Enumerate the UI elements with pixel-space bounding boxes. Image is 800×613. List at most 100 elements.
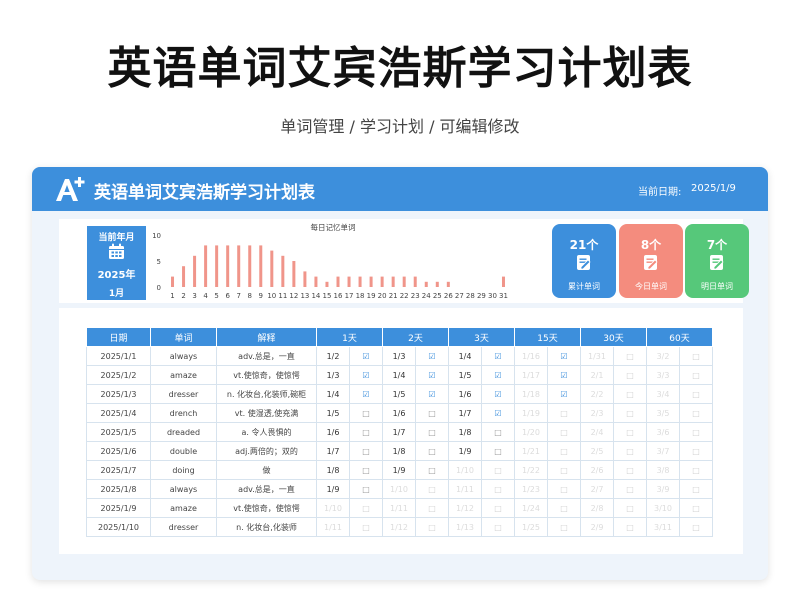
checkbox-checked[interactable]: ☑: [349, 365, 383, 385]
table-row: 2025/1/9 amaze vt.使惊奇，使惊愕 1/10 □ 1/11 □ 1/12 □ 1/…: [86, 498, 713, 518]
checkbox-unchecked[interactable]: □: [481, 498, 515, 518]
x-tick-label: 3: [192, 292, 196, 300]
checkbox-unchecked[interactable]: □: [547, 422, 581, 442]
checkbox-unchecked[interactable]: □: [481, 441, 515, 461]
checkbox-unchecked[interactable]: □: [415, 460, 449, 480]
checkbox-unchecked[interactable]: □: [547, 517, 581, 537]
checkbox-unchecked[interactable]: □: [547, 498, 581, 518]
checkbox-unchecked[interactable]: □: [613, 460, 647, 480]
calendar-icon: [109, 243, 124, 259]
x-tick-label: 26: [444, 292, 453, 300]
chart-bar: [446, 281, 450, 287]
checkbox-checked[interactable]: ☑: [481, 346, 515, 366]
chart-bar: [281, 255, 285, 287]
chart-bar: [413, 276, 417, 287]
checkbox-unchecked[interactable]: □: [415, 403, 449, 423]
checkbox-unchecked[interactable]: □: [349, 422, 383, 442]
col-header-day2: 2天: [382, 327, 449, 347]
cell-review-date: 3/10: [646, 498, 680, 518]
cell-review-date: 1/8: [316, 460, 350, 480]
checkbox-checked[interactable]: ☑: [547, 346, 581, 366]
checkbox-unchecked[interactable]: □: [679, 346, 713, 366]
checkbox-unchecked[interactable]: □: [349, 517, 383, 537]
checkbox-unchecked[interactable]: □: [415, 517, 449, 537]
chart-bar: [303, 271, 307, 287]
cell-review-date: 2/1: [580, 365, 614, 385]
checkbox-unchecked[interactable]: □: [679, 365, 713, 385]
cell-review-date: 1/12: [382, 517, 416, 537]
cell-date: 2025/1/6: [86, 441, 151, 461]
stat-tomorrow-words: 7个 明日单词: [685, 224, 749, 298]
checkbox-unchecked[interactable]: □: [613, 346, 647, 366]
checkbox-unchecked[interactable]: □: [349, 479, 383, 499]
table-row: 2025/1/6 double adj.两倍的；双的 1/7 □ 1/8 □ 1/9 □ 1/21…: [86, 441, 713, 461]
y-tick-label: 5: [157, 258, 161, 266]
checkbox-unchecked[interactable]: □: [547, 460, 581, 480]
cell-word: double: [150, 441, 217, 461]
checkbox-checked[interactable]: ☑: [481, 384, 515, 404]
checkbox-checked[interactable]: ☑: [415, 346, 449, 366]
checkbox-unchecked[interactable]: □: [547, 403, 581, 423]
checkbox-unchecked[interactable]: □: [481, 422, 515, 442]
cell-review-date: 3/11: [646, 517, 680, 537]
checkbox-unchecked[interactable]: □: [613, 422, 647, 442]
checkbox-unchecked[interactable]: □: [349, 441, 383, 461]
cell-review-date: 1/10: [382, 479, 416, 499]
checkbox-unchecked[interactable]: □: [481, 517, 515, 537]
checkbox-unchecked[interactable]: □: [415, 422, 449, 442]
checkbox-checked[interactable]: ☑: [481, 365, 515, 385]
checkbox-unchecked[interactable]: □: [481, 479, 515, 499]
checkbox-unchecked[interactable]: □: [547, 479, 581, 499]
checkbox-checked[interactable]: ☑: [415, 365, 449, 385]
cell-review-date: 1/4: [316, 384, 350, 404]
checkbox-unchecked[interactable]: □: [679, 498, 713, 518]
cell-date: 2025/1/2: [86, 365, 151, 385]
checkbox-checked[interactable]: ☑: [415, 384, 449, 404]
table-row: 2025/1/5 dreaded a. 令人畏惧的 1/6 □ 1/7 □ 1/8 □ 1/20 □…: [86, 422, 713, 442]
checkbox-unchecked[interactable]: □: [613, 365, 647, 385]
checkbox-checked[interactable]: ☑: [349, 346, 383, 366]
checkbox-unchecked[interactable]: □: [481, 460, 515, 480]
checkbox-unchecked[interactable]: □: [613, 384, 647, 404]
checkbox-unchecked[interactable]: □: [679, 422, 713, 442]
checkbox-unchecked[interactable]: □: [415, 498, 449, 518]
checkbox-unchecked[interactable]: □: [613, 498, 647, 518]
app-title: 英语单词艾宾浩斯学习计划表: [94, 183, 315, 203]
col-header-day60: 60天: [646, 327, 713, 347]
checkbox-unchecked[interactable]: □: [679, 441, 713, 461]
x-tick-label: 14: [311, 292, 320, 300]
checkbox-checked[interactable]: ☑: [481, 403, 515, 423]
checkbox-unchecked[interactable]: □: [349, 403, 383, 423]
cell-date: 2025/1/8: [86, 479, 151, 499]
checkbox-unchecked[interactable]: □: [613, 517, 647, 537]
cell-date: 2025/1/3: [86, 384, 151, 404]
checkbox-unchecked[interactable]: □: [613, 403, 647, 423]
checkbox-unchecked[interactable]: □: [547, 441, 581, 461]
checkbox-checked[interactable]: ☑: [547, 384, 581, 404]
cell-review-date: 1/19: [514, 403, 548, 423]
checkbox-unchecked[interactable]: □: [349, 498, 383, 518]
x-tick-label: 18: [356, 292, 365, 300]
checkbox-unchecked[interactable]: □: [679, 460, 713, 480]
checkbox-unchecked[interactable]: □: [679, 517, 713, 537]
checkbox-unchecked[interactable]: □: [415, 441, 449, 461]
daily-words-chart: 每日记忆单词05101 2 3 4 5 6 7 8 9 10 11 12 13 14 15 16 17 18 19 2…: [153, 222, 508, 300]
checkbox-unchecked[interactable]: □: [679, 403, 713, 423]
checkbox-unchecked[interactable]: □: [679, 479, 713, 499]
cell-review-date: 2/4: [580, 422, 614, 442]
cell-meaning: vt.使惊奇，使惊愕: [216, 498, 317, 518]
checkbox-unchecked[interactable]: □: [613, 479, 647, 499]
review-schedule-table: 日期 单词 解释 1天 2天 3天 15天 30天 60天 2025/1/1 al…: [86, 327, 713, 537]
checkbox-checked[interactable]: ☑: [547, 365, 581, 385]
x-tick-label: 2: [181, 292, 185, 300]
checkbox-unchecked[interactable]: □: [679, 384, 713, 404]
checkbox-unchecked[interactable]: □: [613, 441, 647, 461]
x-tick-label: 4: [203, 292, 208, 300]
checkbox-unchecked[interactable]: □: [349, 460, 383, 480]
cell-review-date: 1/6: [382, 403, 416, 423]
current-date-value: 2025/1/9: [691, 183, 736, 194]
checkbox-unchecked[interactable]: □: [415, 479, 449, 499]
checkbox-checked[interactable]: ☑: [349, 384, 383, 404]
stat-today-words: 8个 今日单词: [619, 224, 683, 298]
stat-today-label: 今日单词: [635, 282, 667, 291]
